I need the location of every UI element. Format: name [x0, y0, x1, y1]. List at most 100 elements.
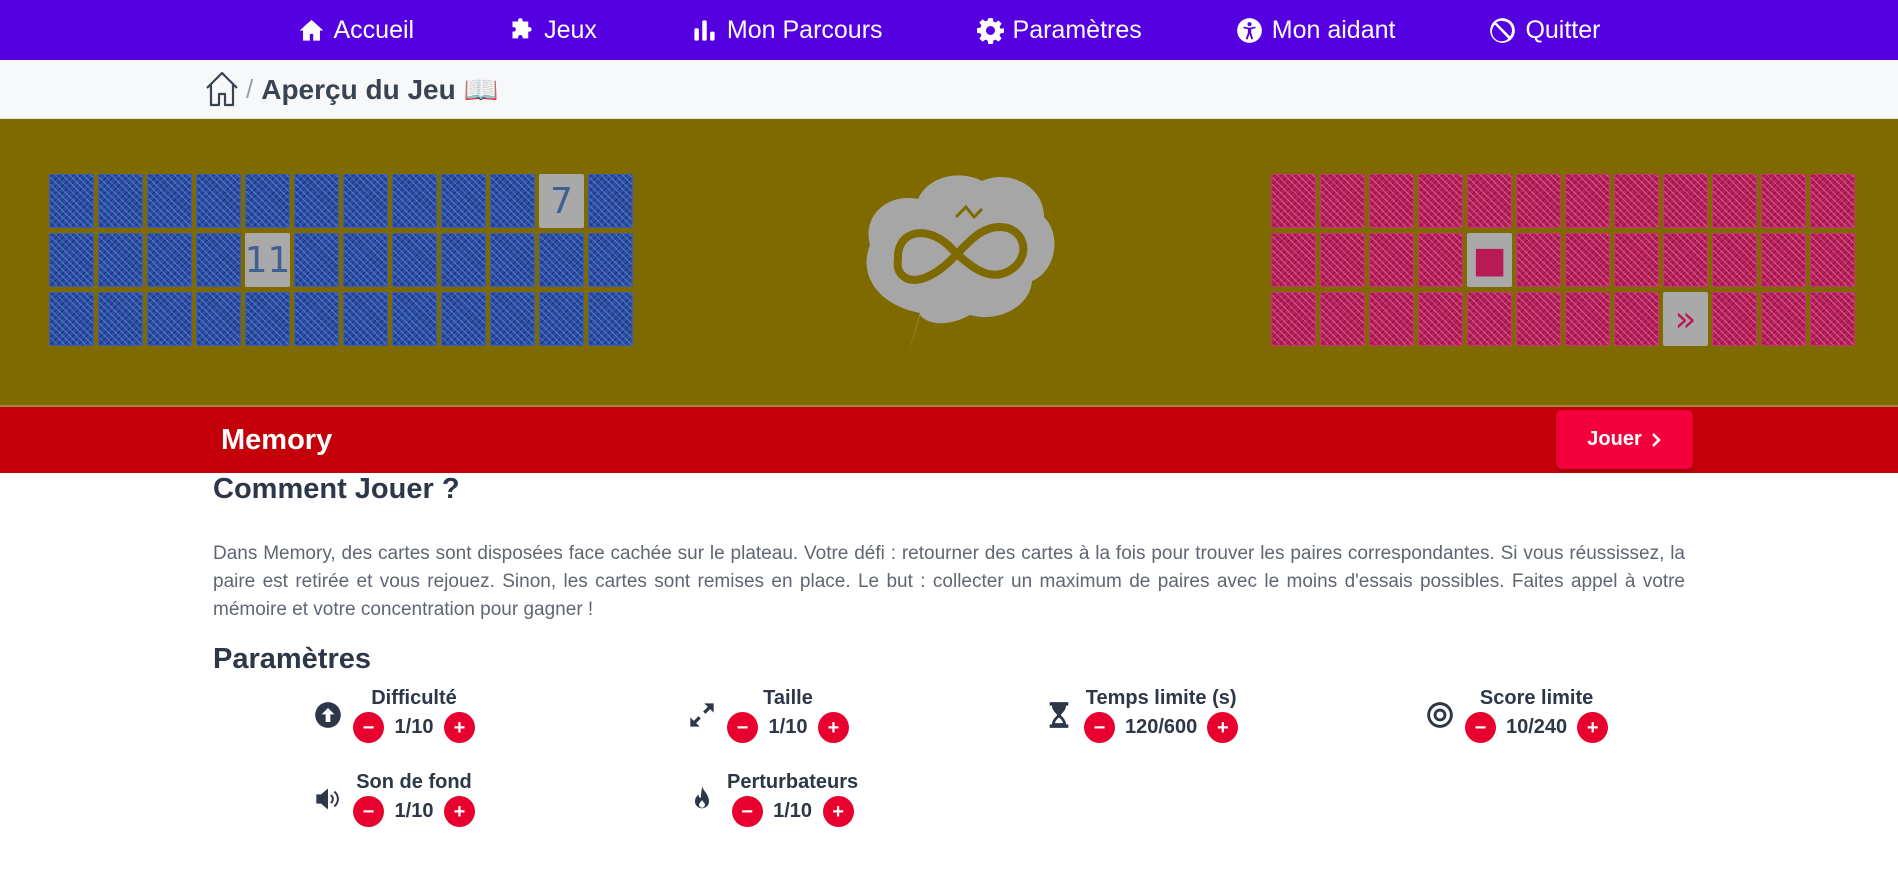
- face-up-card: 11: [245, 233, 290, 287]
- param-disruptors-label: Perturbateurs: [727, 771, 859, 793]
- param-disruptors: Perturbateurs − 1/10 +: [687, 770, 858, 827]
- chart-icon: [694, 19, 715, 41]
- time-limit-decrease-button[interactable]: −: [1084, 712, 1115, 743]
- face-down-card: [98, 292, 143, 346]
- face-down-card: [392, 292, 437, 346]
- params-panel: Difficulté − 1/10 + Taille − 1/10 + Temp…: [213, 676, 1685, 827]
- play-button[interactable]: Jouer: [1556, 410, 1693, 469]
- face-down-card: [1565, 174, 1610, 228]
- face-down-card: [1810, 174, 1855, 228]
- home-outline-icon[interactable]: [204, 70, 240, 108]
- nav-caregiver[interactable]: Mon aidant: [1189, 16, 1443, 45]
- param-score-limit-label: Score limite: [1479, 687, 1594, 709]
- difficulty-decrease-button[interactable]: −: [353, 712, 384, 743]
- face-down-card: [1467, 292, 1512, 346]
- face-down-card: [1516, 233, 1561, 287]
- face-down-card: [1614, 233, 1659, 287]
- time-limit-value: 120/600: [1125, 716, 1198, 738]
- size-value: 1/10: [768, 716, 808, 738]
- face-down-card: [1369, 233, 1414, 287]
- params-heading: Paramètres: [213, 643, 371, 675]
- face-down-card: [1320, 174, 1365, 228]
- size-increase-button[interactable]: +: [818, 712, 849, 743]
- face-down-card: [294, 292, 339, 346]
- param-time-limit-label: Temps limite (s): [1085, 687, 1237, 709]
- sound-decrease-button[interactable]: −: [353, 796, 384, 827]
- nav-settings[interactable]: Paramètres: [930, 16, 1189, 45]
- face-down-card: [147, 292, 192, 346]
- face-down-card: [490, 174, 535, 228]
- nav-games[interactable]: Jeux: [461, 16, 644, 45]
- game-title-bar: Memory Jouer: [0, 407, 1898, 473]
- face-down-card: [147, 233, 192, 287]
- face-down-card: [588, 174, 633, 228]
- param-time-limit: Temps limite (s) − 120/600 +: [1044, 686, 1239, 743]
- face-down-card: [392, 174, 437, 228]
- nav-quit[interactable]: Quitter: [1442, 16, 1647, 45]
- face-down-card: [98, 174, 143, 228]
- face-down-card: [1614, 292, 1659, 346]
- size-decrease-button[interactable]: −: [727, 712, 758, 743]
- brain-infinity-logo: [866, 175, 1055, 355]
- face-down-card: [1663, 174, 1708, 228]
- difficulty-increase-button[interactable]: +: [444, 712, 475, 743]
- expand-icon: [690, 702, 714, 727]
- face-down-card: [196, 174, 241, 228]
- sound-increase-button[interactable]: +: [444, 796, 475, 827]
- page-title: Aperçu du Jeu 📖: [261, 73, 499, 105]
- top-navigation: Accueil Jeux Mon Parcours Paramètres Mon…: [0, 0, 1898, 60]
- puzzle-icon: [512, 17, 532, 38]
- play-button-label: Jouer: [1587, 428, 1642, 450]
- face-down-card: [441, 233, 486, 287]
- volume-icon: [316, 788, 339, 809]
- face-down-card: [490, 233, 535, 287]
- param-difficulty-label: Difficulté: [371, 687, 457, 709]
- score-limit-decrease-button[interactable]: −: [1465, 712, 1496, 743]
- gear-icon: [976, 17, 1004, 44]
- disruptors-value: 1/10: [773, 800, 813, 822]
- arrow-up-circle-icon: [315, 701, 341, 728]
- face-down-card: [1761, 233, 1806, 287]
- face-down-card: [196, 292, 241, 346]
- face-down-card: [1516, 174, 1561, 228]
- face-down-card: [1663, 233, 1708, 287]
- face-down-card: [294, 233, 339, 287]
- face-down-card: [1565, 233, 1610, 287]
- face-down-card: [245, 292, 290, 346]
- face-down-card: [1810, 292, 1855, 346]
- nav-home[interactable]: Accueil: [251, 16, 462, 45]
- nav-progress[interactable]: Mon Parcours: [644, 16, 930, 45]
- how-to-description: Dans Memory, des cartes sont disposées f…: [213, 543, 1685, 620]
- face-up-card: 7: [539, 174, 584, 228]
- face-down-card: [1712, 233, 1757, 287]
- face-down-card: [49, 292, 94, 346]
- face-down-card: [588, 292, 633, 346]
- face-down-card: [490, 292, 535, 346]
- score-limit-increase-button[interactable]: +: [1577, 712, 1609, 743]
- param-score-limit: Score limite − 10/240 +: [1425, 686, 1609, 743]
- face-down-card: [343, 233, 388, 287]
- time-limit-increase-button[interactable]: +: [1207, 712, 1239, 743]
- face-down-card: [392, 233, 437, 287]
- hourglass-icon: [1049, 701, 1069, 728]
- red-card-grid: ■»: [1271, 174, 1855, 346]
- nav-progress-label: Mon Parcours: [726, 15, 883, 44]
- face-down-card: [1271, 233, 1316, 287]
- face-down-card: [98, 233, 143, 287]
- target-icon: [1427, 701, 1453, 728]
- chevron-right-icon: [1651, 432, 1661, 447]
- face-down-card: [1271, 292, 1316, 346]
- ban-icon: [1490, 17, 1516, 43]
- face-down-card: [441, 292, 486, 346]
- nav-settings-label: Paramètres: [1012, 15, 1142, 44]
- face-up-card: ■: [1467, 233, 1512, 287]
- face-down-card: [1712, 292, 1757, 346]
- disruptors-decrease-button[interactable]: −: [731, 796, 763, 827]
- face-down-card: [441, 174, 486, 228]
- breadcrumb: / Aperçu du Jeu 📖: [0, 60, 1898, 119]
- param-background-sound: Son de fond − 1/10 +: [313, 770, 475, 827]
- disruptors-increase-button[interactable]: +: [822, 796, 854, 827]
- home-icon: [299, 19, 323, 41]
- face-down-card: [343, 292, 388, 346]
- nav-quit-label: Quitter: [1525, 15, 1601, 44]
